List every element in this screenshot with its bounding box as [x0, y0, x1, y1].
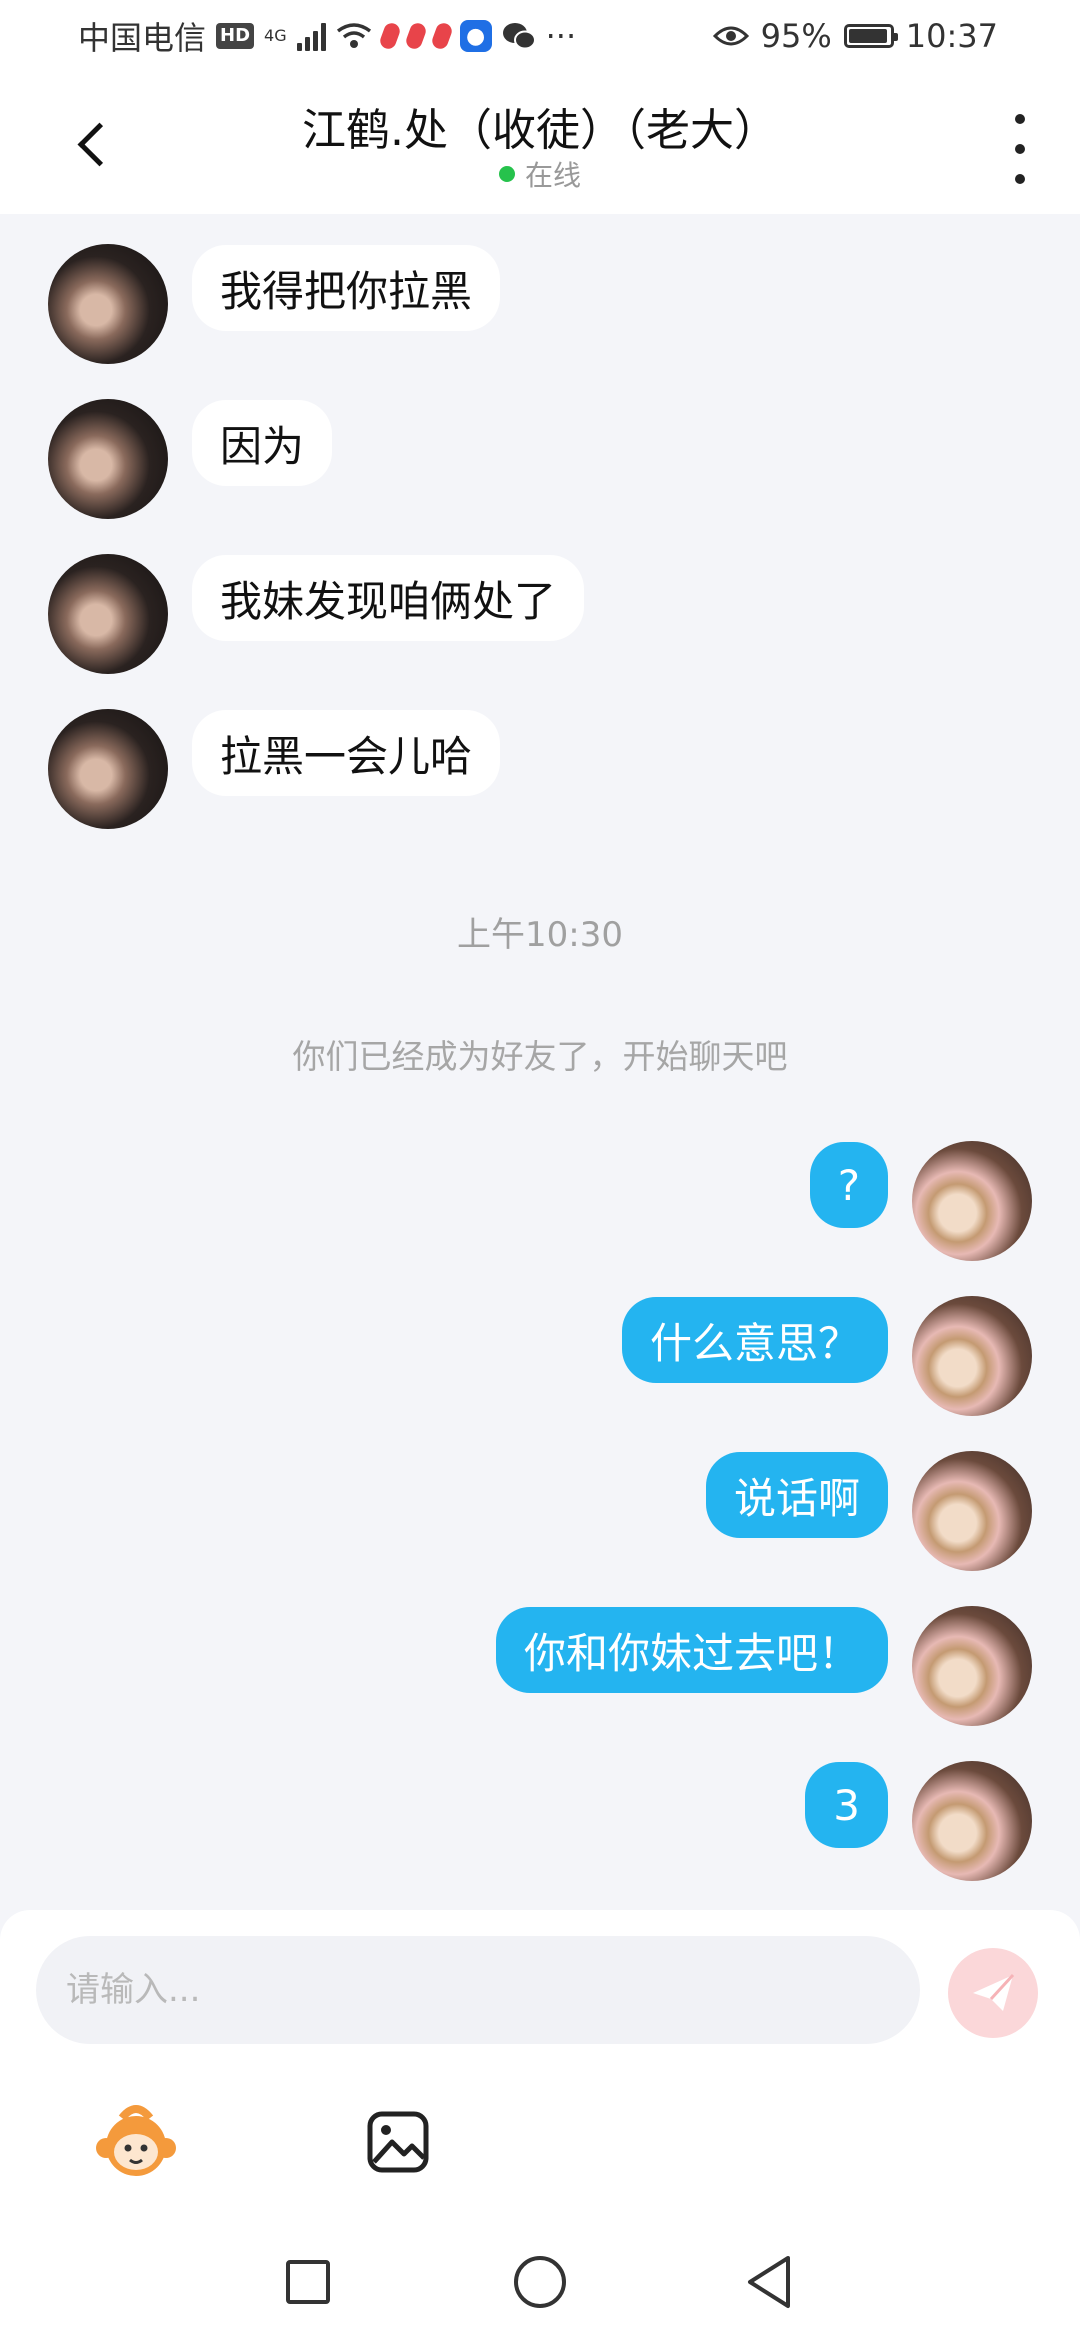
more-notifications-label: ··· [545, 17, 577, 55]
status-bar: 中国电信 HD 4G ● ··· 95% 10:37 [0, 0, 1080, 72]
message-bubble[interactable]: 什么意思？ [621, 1297, 888, 1383]
my-avatar[interactable] [912, 1606, 1032, 1726]
my-avatar[interactable] [912, 1141, 1032, 1261]
send-button[interactable] [948, 1948, 1038, 2038]
battery-percent: 95% [760, 17, 832, 55]
battery-level [848, 29, 887, 43]
message-outgoing: 什么意思？ [621, 1296, 1032, 1416]
message-outgoing: 3 [805, 1761, 1032, 1881]
image-icon [367, 2111, 429, 2173]
app-notification-icon [377, 21, 402, 51]
home-button[interactable] [514, 2256, 566, 2308]
wechat-icon [502, 23, 536, 50]
triangle-back-icon [748, 2256, 790, 2308]
app-notification-icon [403, 21, 428, 51]
carrier-label: 中国电信 [78, 19, 207, 57]
time-divider: 上午10:30 [457, 915, 623, 955]
message-bubble[interactable]: 说话啊 [705, 1452, 888, 1538]
signal-icon [296, 21, 326, 51]
message-input[interactable] [36, 1936, 920, 2044]
message-bubble[interactable]: ? [809, 1142, 888, 1228]
bulb-app-icon: ● [459, 20, 492, 52]
more-icon [1015, 114, 1025, 124]
my-avatar[interactable] [912, 1761, 1032, 1881]
wifi-icon [336, 23, 371, 48]
more-button[interactable] [1000, 114, 1040, 184]
message-bubble[interactable]: 因为 [192, 400, 333, 486]
message-bubble[interactable]: 我妹发现咱俩处了 [192, 555, 585, 641]
eye-icon [712, 26, 749, 46]
status-right: 95% 10:37 [712, 17, 1080, 55]
message-incoming: 我妹发现咱俩处了 [48, 554, 585, 674]
message-incoming: 因为 [48, 399, 333, 519]
my-avatar[interactable] [912, 1296, 1032, 1416]
app-notification-icon [429, 21, 454, 51]
emoji-icon [96, 2105, 176, 2176]
message-bubble[interactable]: 拉黑一会儿哈 [192, 710, 501, 796]
clock: 10:37 [905, 17, 998, 55]
send-icon [973, 1973, 1015, 2011]
hd-icon: HD [216, 23, 255, 49]
emoji-button[interactable] [92, 2098, 180, 2186]
message-bubble[interactable]: 你和你妹过去吧！ [495, 1607, 888, 1693]
message-outgoing: 说话啊 [705, 1451, 1032, 1571]
friend-avatar[interactable] [48, 399, 168, 519]
message-outgoing: 你和你妹过去吧！ [495, 1606, 1032, 1726]
chat-header: 江鹤.处（收徒）（老大） 在线 [0, 72, 1080, 214]
network-type-label: 4G [264, 26, 287, 45]
message-outgoing: ? [809, 1141, 1032, 1261]
system-nav-bar [0, 2230, 1080, 2340]
online-status: 在线 [0, 154, 1080, 194]
chat-title: 江鹤.处（收徒）（老大） [302, 105, 778, 156]
message-incoming: 拉黑一会儿哈 [48, 709, 501, 829]
message-bubble[interactable]: 3 [805, 1762, 888, 1848]
battery-icon [843, 24, 898, 48]
friend-avatar[interactable] [48, 554, 168, 674]
my-avatar[interactable] [912, 1451, 1032, 1571]
recent-apps-button[interactable] [286, 2260, 330, 2304]
nav-back-button[interactable] [744, 2254, 794, 2310]
status-left: 中国电信 HD 4G ● ··· [0, 13, 576, 59]
message-bubble[interactable]: 我得把你拉黑 [192, 245, 501, 331]
friend-avatar[interactable] [48, 244, 168, 364]
online-status-label: 在线 [524, 159, 581, 192]
message-incoming: 我得把你拉黑 [48, 244, 501, 364]
image-button[interactable] [366, 2098, 438, 2186]
friend-avatar[interactable] [48, 709, 168, 829]
system-notice: 你们已经成为好友了，开始聊天吧 [292, 1037, 788, 1076]
online-dot-icon [498, 166, 515, 182]
